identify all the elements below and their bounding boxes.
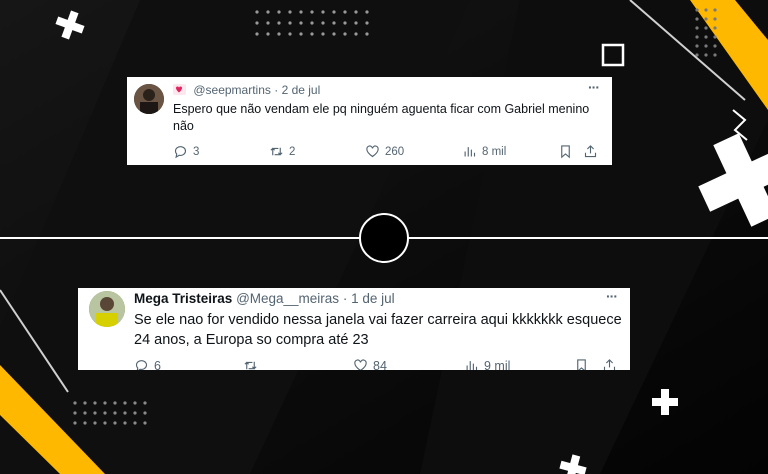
tweet-header: @seepmartins · 2 de jul xyxy=(173,83,320,97)
divider-circle xyxy=(359,213,409,263)
bookmark-button[interactable] xyxy=(574,358,589,370)
tweet-card[interactable]: Mega Tristeiras @Mega__meiras · 1 de jul… xyxy=(78,288,630,370)
views-button[interactable]: 8 mil xyxy=(462,144,506,159)
like-button[interactable]: 260 xyxy=(365,144,404,159)
tweet-header: Mega Tristeiras @Mega__meiras · 1 de jul xyxy=(134,291,395,306)
separator: · xyxy=(342,291,348,306)
reply-icon xyxy=(174,146,187,159)
handle[interactable]: @Mega__meiras xyxy=(236,291,339,306)
like-icon xyxy=(366,145,379,158)
reply-icon xyxy=(135,360,148,370)
reply-button[interactable]: 3 xyxy=(173,144,199,159)
retweet-button[interactable] xyxy=(243,358,263,370)
tweet-text: Espero que não vendam ele pq ninguém agu… xyxy=(173,102,590,133)
views-icon xyxy=(466,361,478,370)
retweet-icon xyxy=(270,147,283,156)
tweet-date[interactable]: 1 de jul xyxy=(351,291,395,306)
view-count: 8 mil xyxy=(482,145,507,158)
reply-count: 6 xyxy=(154,358,161,371)
retweet-icon xyxy=(244,361,257,370)
share-button[interactable] xyxy=(583,144,598,159)
separator: · xyxy=(274,83,279,97)
background-decoration xyxy=(0,0,768,474)
tweet-text: Se ele nao for vendido nessa janela vai … xyxy=(134,312,622,348)
like-icon xyxy=(354,359,367,370)
bookmark-icon xyxy=(561,145,570,159)
retweet-button[interactable]: 2 xyxy=(269,144,295,159)
like-count: 260 xyxy=(385,145,405,158)
share-button[interactable] xyxy=(602,358,617,370)
display-name[interactable]: Mega Tristeiras xyxy=(134,291,232,306)
handle[interactable]: @seepmartins xyxy=(193,83,271,97)
view-count: 9 mil xyxy=(484,358,511,371)
like-button[interactable]: 84 xyxy=(353,358,387,370)
reply-button[interactable]: 6 xyxy=(134,358,161,370)
avatar[interactable] xyxy=(134,84,164,114)
avatar[interactable] xyxy=(89,291,125,327)
bookmark-button[interactable] xyxy=(558,144,573,159)
like-count: 84 xyxy=(373,358,387,371)
share-icon xyxy=(584,145,597,158)
retweet-count: 2 xyxy=(289,145,296,158)
reply-count: 3 xyxy=(193,145,200,158)
hearts-emoji-icon xyxy=(173,84,186,95)
more-icon[interactable]: ··· xyxy=(606,288,618,304)
tweet-date[interactable]: 2 de jul xyxy=(282,83,321,97)
bookmark-icon xyxy=(577,359,586,370)
views-icon xyxy=(464,147,476,157)
share-icon xyxy=(603,359,616,370)
more-icon[interactable]: ··· xyxy=(588,79,600,95)
tweet-card[interactable]: @seepmartins · 2 de jul ··· Espero que n… xyxy=(127,77,612,165)
views-button[interactable]: 9 mil xyxy=(464,358,510,370)
